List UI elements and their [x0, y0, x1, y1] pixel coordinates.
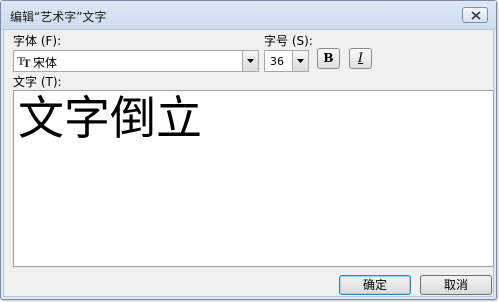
size-dropdown-button[interactable] — [292, 51, 308, 71]
text-input[interactable]: 文字倒立 — [13, 90, 494, 267]
close-button[interactable] — [462, 7, 488, 23]
size-label: 字号 (S): — [264, 34, 313, 48]
bold-label: B — [323, 51, 334, 65]
dialog-body: 字体 (F): T T 宋体 字号 (S): 36 B I 文字 (T): 文字… — [3, 29, 494, 297]
bold-button[interactable]: B — [317, 48, 340, 69]
close-icon — [471, 11, 481, 20]
font-select[interactable]: T T 宋体 — [13, 50, 259, 72]
window-title: 编辑“艺术字”文字 — [10, 10, 107, 24]
text-content: 文字倒立 — [18, 91, 202, 145]
ok-button[interactable]: 确定 — [339, 275, 411, 295]
text-label: 文字 (T): — [13, 75, 62, 89]
chevron-down-icon — [247, 59, 254, 63]
italic-button[interactable]: I — [349, 48, 372, 69]
font-label: 字体 (F): — [13, 34, 62, 48]
size-select[interactable]: 36 — [264, 50, 309, 72]
edit-wordart-dialog: 编辑“艺术字”文字 字体 (F): T T 宋体 字号 (S): 36 B I … — [0, 0, 497, 300]
svg-text:T: T — [23, 59, 31, 68]
cancel-button[interactable]: 取消 — [420, 275, 492, 295]
title-bar[interactable]: 编辑“艺术字”文字 — [1, 1, 496, 29]
font-value: 宋体 — [33, 56, 58, 70]
truetype-font-icon: T T — [17, 55, 31, 68]
size-value: 36 — [270, 55, 284, 68]
font-dropdown-button[interactable] — [242, 51, 258, 71]
chevron-down-icon — [297, 59, 304, 63]
italic-label: I — [357, 51, 364, 66]
